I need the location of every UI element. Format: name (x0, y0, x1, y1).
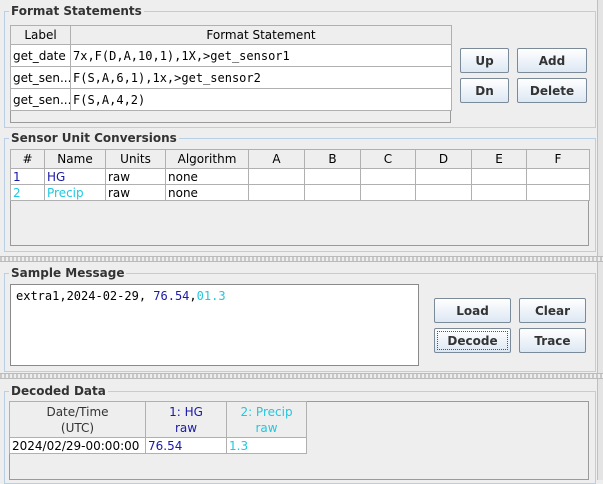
table-row[interactable]: get_date 7x,F(D,A,10,1),1X,>get_sensor1 (10, 44, 452, 67)
coeff-cell[interactable] (526, 184, 590, 201)
coeff-f-column-header[interactable]: F (526, 149, 590, 169)
table-row[interactable]: 2 Precip raw none (10, 184, 590, 201)
coeff-b-column-header[interactable]: B (304, 149, 361, 169)
coeff-cell[interactable] (304, 184, 361, 201)
precip-header-line2: raw (255, 420, 278, 435)
decoded-data-table: Date/Time (UTC) 1: HG raw 2: Precip raw … (9, 401, 307, 454)
sensor-algorithm-cell[interactable]: none (165, 184, 249, 201)
num-column-header[interactable]: # (10, 149, 45, 169)
table-row[interactable]: get_sen... F(S,A,4,2) (10, 88, 452, 111)
format-statement-column-header[interactable]: Format Statement (70, 25, 452, 45)
name-column-header[interactable]: Name (44, 149, 106, 169)
statement-text-cell[interactable]: F(S,A,6,1),1x,>get_sensor2 (70, 66, 452, 89)
hg-column-header[interactable]: 1: HG raw (145, 401, 227, 438)
up-button[interactable]: Up (460, 48, 509, 73)
precip-header-line1: 2: Precip (240, 404, 293, 419)
coeff-cell[interactable] (471, 184, 527, 201)
decoded-data-title: Decoded Data (11, 384, 106, 398)
hg-header-line2: raw (174, 420, 198, 435)
message-segment-sensor-2: 01.3 (196, 289, 226, 303)
table-row[interactable]: 1 HG raw none (10, 168, 590, 185)
sample-message-title: Sample Message (11, 266, 125, 280)
load-button[interactable]: Load (434, 298, 511, 323)
coeff-cell[interactable] (304, 168, 361, 185)
delete-button[interactable]: Delete (517, 78, 587, 103)
decode-button[interactable]: Decode (434, 328, 511, 353)
algorithm-column-header[interactable]: Algorithm (165, 149, 249, 169)
coeff-cell[interactable] (248, 184, 305, 201)
coeff-c-column-header[interactable]: C (360, 149, 416, 169)
sensor-num-cell[interactable]: 1 (10, 168, 45, 185)
table-row[interactable]: get_sen... F(S,A,6,1),1x,>get_sensor2 (10, 66, 452, 89)
decoded-hg-cell[interactable]: 76.54 (145, 437, 227, 454)
datetime-header-line2: (UTC) (60, 420, 95, 435)
add-button[interactable]: Add (517, 48, 587, 73)
coeff-e-column-header[interactable]: E (471, 149, 527, 169)
message-segment: extra1,2024-02-29, (16, 289, 154, 303)
coeff-d-column-header[interactable]: D (415, 149, 472, 169)
sensor-units-cell[interactable]: raw (105, 184, 166, 201)
sensor-num-cell[interactable]: 2 (10, 184, 45, 201)
decoded-precip-cell[interactable]: 1.3 (226, 437, 307, 454)
sensor-conversions-table: # Name Units Algorithm A B C D E F 1 HG … (10, 149, 590, 201)
trace-button[interactable]: Trace (519, 328, 586, 353)
coeff-cell[interactable] (526, 168, 590, 185)
split-pane-divider[interactable] (0, 256, 603, 262)
coeff-cell[interactable] (360, 168, 416, 185)
coeff-cell[interactable] (248, 168, 305, 185)
window-edge (597, 0, 603, 480)
table-row[interactable]: 2024/02/29-00:00:00 76.54 1.3 (9, 437, 307, 454)
dn-button[interactable]: Dn (460, 78, 509, 103)
units-column-header[interactable]: Units (105, 149, 166, 169)
sensor-units-cell[interactable]: raw (105, 168, 166, 185)
coeff-a-column-header[interactable]: A (248, 149, 305, 169)
format-statements-table: Label Format Statement get_date 7x,F(D,A… (10, 25, 452, 111)
sensor-algorithm-cell[interactable]: none (165, 168, 249, 185)
sensor-table-header: # Name Units Algorithm A B C D E F (10, 149, 590, 169)
statement-text-cell[interactable]: F(S,A,4,2) (70, 88, 452, 111)
sample-message-textarea[interactable]: extra1,2024-02-29, 76.54,01.3 (10, 284, 419, 366)
format-statements-title: Format Statements (11, 4, 142, 18)
coeff-cell[interactable] (415, 168, 472, 185)
decoded-datetime-cell[interactable]: 2024/02/29-00:00:00 (9, 437, 146, 454)
coeff-cell[interactable] (471, 168, 527, 185)
message-segment: , (189, 289, 197, 303)
sensor-name-cell[interactable]: HG (44, 168, 106, 185)
sensor-conversions-title: Sensor Unit Conversions (11, 131, 177, 145)
precip-column-header[interactable]: 2: Precip raw (226, 401, 307, 438)
statement-label-cell[interactable]: get_sen... (10, 88, 71, 111)
label-column-header[interactable]: Label (10, 25, 71, 45)
datetime-column-header[interactable]: Date/Time (UTC) (9, 401, 146, 438)
coeff-cell[interactable] (415, 184, 472, 201)
hg-header-line1: 1: HG (169, 404, 203, 419)
coeff-cell[interactable] (360, 184, 416, 201)
message-segment-sensor-1: 76.54 (153, 289, 190, 303)
split-pane-divider[interactable] (0, 373, 603, 379)
statement-label-cell[interactable]: get_sen... (10, 66, 71, 89)
statement-text-cell[interactable]: 7x,F(D,A,10,1),1X,>get_sensor1 (70, 44, 452, 67)
datetime-header-line1: Date/Time (46, 404, 109, 419)
statement-label-cell[interactable]: get_date (10, 44, 71, 67)
sensor-name-cell[interactable]: Precip (44, 184, 106, 201)
clear-button[interactable]: Clear (519, 298, 586, 323)
